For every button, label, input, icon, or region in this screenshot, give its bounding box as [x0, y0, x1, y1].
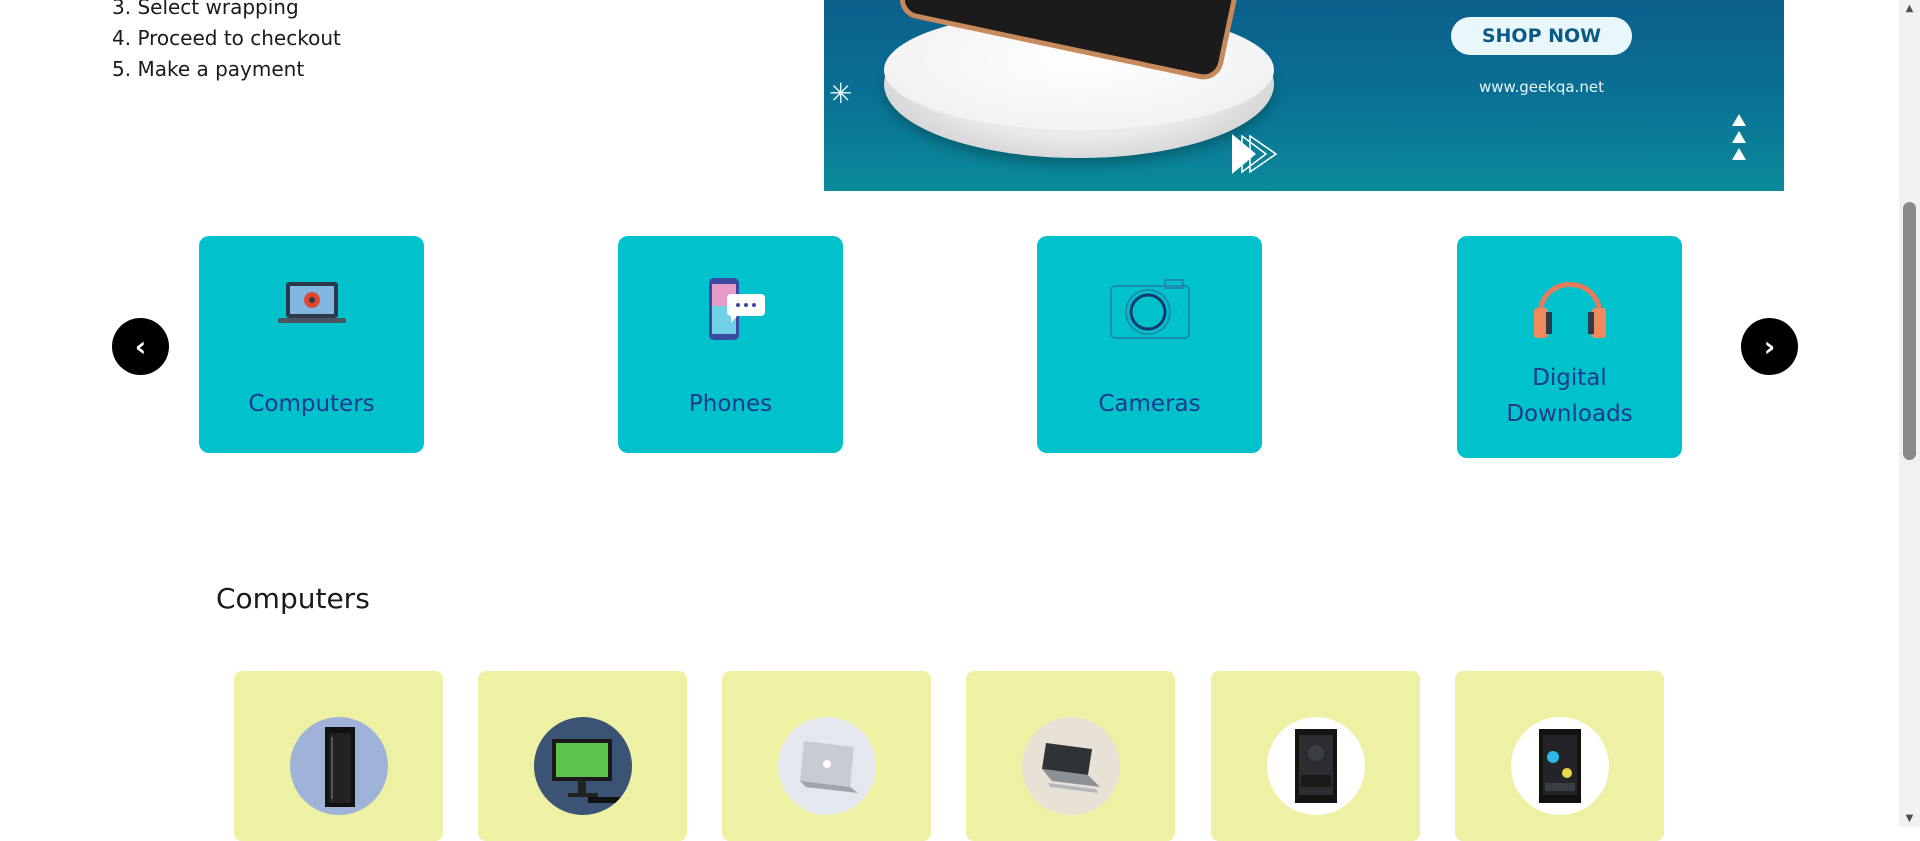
scroll-up-arrow-icon[interactable]: ▲ — [1899, 0, 1920, 17]
stacked-triangles-icon — [1732, 114, 1746, 160]
silver-laptop-image — [778, 717, 876, 815]
category-card-digital-downloads[interactable]: Digital Downloads — [1457, 236, 1682, 458]
laptop-icon — [277, 282, 346, 323]
product-card[interactable] — [722, 671, 931, 841]
carousel-prev-button[interactable]: ‹ — [112, 318, 169, 375]
product-card[interactable] — [1211, 671, 1420, 841]
server-tower-image — [290, 717, 388, 815]
play-arrows-icon — [1232, 134, 1278, 174]
product-card[interactable] — [478, 671, 687, 841]
category-label: Digital Downloads — [1506, 365, 1633, 427]
category-label: Computers — [248, 391, 375, 417]
vertical-scrollbar[interactable]: ▲ ▼ — [1899, 0, 1920, 827]
category-label: Cameras — [1098, 391, 1201, 417]
black-pc-case-image — [1267, 717, 1365, 815]
checkout-steps-list: 3. Select wrapping 4. Proceed to checkou… — [112, 0, 341, 85]
category-label: Phones — [688, 391, 773, 417]
section-title: Computers — [216, 582, 370, 615]
product-card[interactable] — [234, 671, 443, 841]
scrollbar-thumb[interactable] — [1903, 202, 1916, 460]
all-in-one-desktop-image — [534, 717, 632, 815]
camera-icon — [1109, 279, 1190, 339]
category-card-computers[interactable]: Computers — [199, 236, 424, 453]
laptop-stand-image — [1022, 717, 1120, 815]
banner-url-text: www.geekqa.net — [1479, 78, 1604, 96]
product-card[interactable] — [966, 671, 1175, 841]
promo-banner[interactable]: ✳ SHOP NOW www.geekqa.net — [824, 0, 1784, 191]
step-item: 4. Proceed to checkout — [112, 26, 341, 50]
category-card-cameras[interactable]: Cameras — [1037, 236, 1262, 453]
smartphone-chat-icon — [708, 278, 765, 340]
shop-now-button[interactable]: SHOP NOW — [1451, 17, 1632, 55]
sparkle-icon: ✳ — [829, 77, 853, 110]
headphones-icon — [1533, 282, 1606, 338]
carousel-next-button[interactable]: › — [1741, 318, 1798, 375]
category-card-phones[interactable]: Phones — [618, 236, 843, 453]
step-item: 3. Select wrapping — [112, 0, 299, 19]
gaming-pc-case-image — [1511, 717, 1609, 815]
step-item: 5. Make a payment — [112, 57, 305, 81]
scroll-down-arrow-icon[interactable]: ▼ — [1899, 810, 1920, 827]
product-card[interactable] — [1455, 671, 1664, 841]
